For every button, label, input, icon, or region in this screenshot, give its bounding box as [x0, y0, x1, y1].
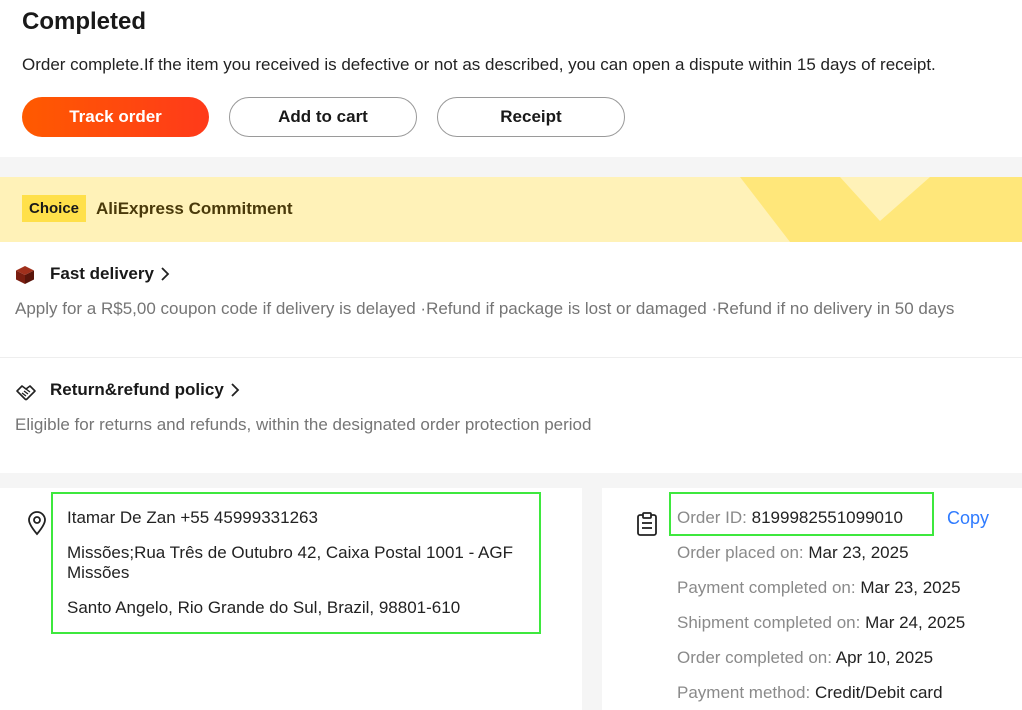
- fast-delivery-link[interactable]: Fast delivery: [50, 264, 170, 284]
- shipment-completed-row: Shipment completed on: Mar 24, 2025: [677, 613, 965, 633]
- package-cube-icon: [16, 266, 34, 284]
- return-policy-icon-wrap: [15, 381, 37, 408]
- payment-completed-value: Mar 23, 2025: [860, 578, 961, 597]
- order-status-title: Completed: [22, 8, 147, 35]
- fast-delivery-title: Fast delivery: [50, 264, 154, 283]
- chevron-right-icon: [231, 383, 240, 397]
- payment-method-label: Payment method:: [677, 683, 811, 702]
- location-pin-icon: [28, 511, 46, 536]
- shipment-completed-value: Mar 24, 2025: [865, 613, 966, 632]
- address-city-line: Santo Angelo, Rio Grande do Sul, Brazil,…: [67, 598, 461, 617]
- add-to-cart-button[interactable]: Add to cart: [229, 97, 417, 137]
- payment-completed-row: Payment completed on: Mar 23, 2025: [677, 578, 961, 598]
- chevron-right-icon: [161, 267, 170, 281]
- return-policy-link[interactable]: Return&refund policy: [50, 380, 240, 400]
- order-id-label: Order ID:: [677, 508, 747, 527]
- handshake-icon: [16, 385, 36, 401]
- section-separator: [0, 157, 1022, 177]
- address-street-continuation: Missões: [67, 563, 130, 582]
- payment-method-value: Credit/Debit card: [814, 683, 943, 702]
- order-id-value: 8199982551099010: [751, 508, 903, 527]
- shipment-completed-label: Shipment completed on:: [677, 613, 861, 632]
- receipt-button[interactable]: Receipt: [437, 97, 625, 137]
- choice-badge: Choice: [22, 195, 87, 222]
- order-status-message: Order complete.If the item you received …: [22, 55, 936, 74]
- fast-delivery-icon-wrap: [15, 265, 35, 290]
- commitment-banner: Choice AliExpress Commitment: [0, 177, 1022, 242]
- payment-method-row: Payment method: Credit/Debit card: [677, 683, 943, 703]
- order-completed-label: Order completed on:: [677, 648, 832, 667]
- order-id-row: Order ID: 8199982551099010: [677, 508, 903, 528]
- order-placed-value: Mar 23, 2025: [808, 543, 909, 562]
- clipboard-icon: [637, 512, 657, 536]
- copy-order-id-button[interactable]: Copy: [947, 508, 989, 529]
- address-street-line: Missões;Rua Três de Outubro 42, Caixa Po…: [67, 543, 513, 562]
- order-completed-value: Apr 10, 2025: [835, 648, 934, 667]
- divider: [0, 357, 1022, 358]
- order-placed-label: Order placed on:: [677, 543, 804, 562]
- return-policy-description: Eligible for returns and refunds, within…: [15, 415, 592, 434]
- recipient-name-phone: Itamar De Zan +55 45999331263: [67, 508, 318, 527]
- commitment-title: AliExpress Commitment: [96, 199, 293, 218]
- track-order-button[interactable]: Track order: [22, 97, 209, 137]
- fast-delivery-description: Apply for a R$5,00 coupon code if delive…: [15, 299, 955, 318]
- payment-completed-label: Payment completed on:: [677, 578, 856, 597]
- return-policy-title: Return&refund policy: [50, 380, 224, 399]
- order-placed-row: Order placed on: Mar 23, 2025: [677, 543, 909, 563]
- order-completed-row: Order completed on: Apr 10, 2025: [677, 648, 933, 668]
